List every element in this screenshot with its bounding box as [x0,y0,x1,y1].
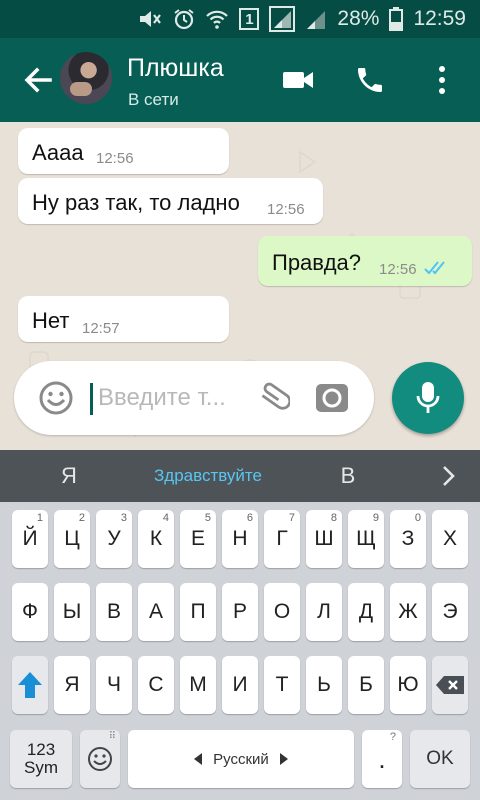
video-call-button[interactable] [282,62,314,98]
chat-header: Плюшка В сети [0,38,480,122]
alarm-icon [173,8,195,30]
sim-indicator: 1 [239,8,260,30]
key[interactable]: 4К [138,510,174,568]
arrow-back-icon [24,67,52,93]
kebab-menu-icon [439,66,445,94]
symbols-key[interactable]: 123 Sym [10,730,72,788]
message-input[interactable] [98,379,258,417]
status-bar: 1 28% 12:59 [0,0,480,38]
avatar[interactable] [60,52,112,104]
key[interactable]: 1Й [12,510,48,568]
key[interactable]: Р [222,583,258,641]
more-options-button[interactable] [430,62,454,98]
key[interactable]: Ч [96,656,132,714]
contact-status: В сети [128,90,179,109]
mute-icon [137,8,163,30]
signal-sim2-icon [305,8,327,30]
key[interactable]: Ф [12,583,48,641]
key[interactable]: Ю [390,656,426,714]
ok-key[interactable]: OK [410,730,470,788]
key[interactable]: 9Щ [348,510,384,568]
shift-arrow-icon [18,672,42,698]
key[interactable]: Б [348,656,384,714]
caret-right-icon [279,753,288,765]
message-time: 12:56 [267,201,305,218]
key[interactable]: В [96,583,132,641]
wifi-icon [205,8,229,30]
key[interactable]: 8Ш [306,510,342,568]
battery-percent: 28% [337,7,380,30]
voice-call-button[interactable] [354,62,386,98]
message-time: 12:56 [96,150,134,167]
chevron-right-icon [443,466,455,486]
key[interactable]: 5Е [180,510,216,568]
backspace-key[interactable] [432,656,468,714]
key[interactable]: С [138,656,174,714]
camera-icon [316,384,348,412]
paperclip-icon [261,382,292,410]
message-text: Аааа [32,140,84,165]
key[interactable]: Ы [54,583,90,641]
voice-message-button[interactable] [392,362,464,434]
phone-icon [358,68,382,92]
camera-button[interactable] [314,380,350,416]
space-key[interactable]: Русский [128,730,354,788]
message-bubble-outgoing[interactable]: Правда? 12:56 [258,236,472,286]
period-key[interactable]: ? . [362,730,402,788]
caret-left-icon [194,753,203,765]
backspace-icon [436,676,464,694]
read-receipt-icon [424,261,445,275]
key[interactable]: 0З [390,510,426,568]
battery-icon [389,7,404,31]
settings-hint-icon: ⠿ [108,731,116,742]
suggestion-3[interactable]: В [278,450,418,502]
message-bubble-incoming[interactable]: Ну раз так, то ладно 12:56 [18,178,323,224]
clock: 12:59 [413,7,466,30]
message-composer [14,361,374,435]
video-camera-icon [283,72,313,88]
key[interactable]: А [138,583,174,641]
key[interactable]: Т [264,656,300,714]
message-bubble-incoming[interactable]: Аааа 12:56 [18,128,229,174]
emoji-keyboard-key[interactable]: ⠿ [80,730,120,788]
key[interactable]: И [222,656,258,714]
key[interactable]: Х [432,510,468,568]
shift-key[interactable] [12,656,48,714]
emoji-button[interactable] [38,380,74,416]
back-button[interactable] [20,62,56,98]
message-bubble-incoming[interactable]: Нет 12:57 [18,296,229,342]
key[interactable]: 2Ц [54,510,90,568]
attach-button[interactable] [254,379,292,417]
smiley-icon [39,381,73,415]
microphone-icon [416,382,440,413]
message-text: Нет [32,308,70,333]
key[interactable]: О [264,583,300,641]
key[interactable]: Ж [390,583,426,641]
signal-sim1-icon [269,6,296,32]
key[interactable]: Д [348,583,384,641]
key[interactable]: 3У [96,510,132,568]
message-time: 12:57 [82,320,120,337]
suggestion-2[interactable]: Здравствуйте [138,450,278,502]
keyboard: 1Й 2Ц 3У 4К 5Е 6Н 7Г 8Ш 9Щ 0З Х Ф Ы В А … [0,502,480,800]
contact-name[interactable]: Плюшка [127,54,224,83]
suggestion-bar: Я Здравствуйте В [0,450,480,502]
message-text: Правда? [272,250,362,275]
key[interactable]: Э [432,583,468,641]
suggestion-1[interactable]: Я [0,450,138,502]
smiley-icon [88,747,112,771]
key[interactable]: Я [54,656,90,714]
expand-suggestions-button[interactable] [418,450,480,502]
text-cursor [90,383,93,415]
key[interactable]: Ь [306,656,342,714]
message-time: 12:56 [379,261,417,278]
key[interactable]: 6Н [222,510,258,568]
key[interactable]: Л [306,583,342,641]
key[interactable]: П [180,583,216,641]
key[interactable]: М [180,656,216,714]
message-text: Ну раз так, то ладно [32,190,240,215]
key[interactable]: 7Г [264,510,300,568]
